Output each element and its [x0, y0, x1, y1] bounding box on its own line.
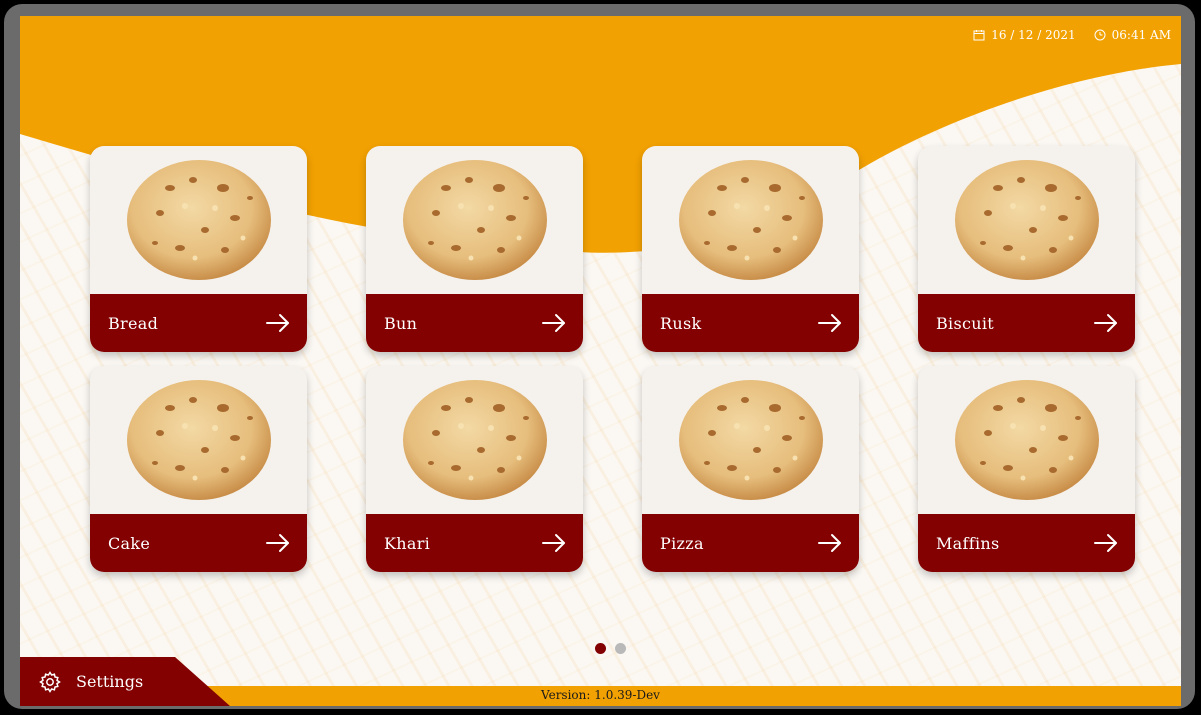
card-label: Maffins: [936, 533, 1000, 553]
card-label: Pizza: [660, 533, 704, 553]
cookie-image: [678, 160, 823, 280]
card-footer: Bun: [366, 294, 583, 352]
settings-content: Settings: [38, 657, 143, 706]
card-image-area: [918, 366, 1135, 514]
arrow-right-icon[interactable]: [1093, 313, 1119, 333]
category-card-maffins[interactable]: Maffins: [918, 366, 1135, 572]
card-image-area: [642, 146, 859, 294]
pagination-dots: [595, 643, 626, 654]
card-footer: Pizza: [642, 514, 859, 572]
card-image-area: [90, 366, 307, 514]
arrow-right-icon[interactable]: [541, 313, 567, 333]
cookie-image: [402, 380, 547, 500]
arrow-right-icon[interactable]: [541, 533, 567, 553]
category-grid: Bread Bun Rusk Biscuit Cake Khari Pizza …: [90, 146, 1135, 572]
arrow-right-icon[interactable]: [265, 533, 291, 553]
settings-button[interactable]: Settings: [20, 657, 230, 706]
card-footer: Rusk: [642, 294, 859, 352]
cookie-image: [126, 160, 271, 280]
calendar-icon: [973, 30, 985, 41]
card-footer: Bread: [90, 294, 307, 352]
card-image-area: [366, 146, 583, 294]
cookie-image: [402, 160, 547, 280]
datetime-display: 16 / 12 / 2021 06:41 AM: [973, 28, 1171, 42]
category-card-rusk[interactable]: Rusk: [642, 146, 859, 352]
cookie-image: [126, 380, 271, 500]
card-label: Cake: [108, 533, 151, 553]
card-label: Bread: [108, 313, 159, 333]
card-footer: Khari: [366, 514, 583, 572]
arrow-right-icon[interactable]: [817, 533, 843, 553]
category-card-bread[interactable]: Bread: [90, 146, 307, 352]
page-dot-2[interactable]: [615, 643, 626, 654]
card-image-area: [918, 146, 1135, 294]
clock-icon: [1094, 29, 1106, 41]
card-image-area: [366, 366, 583, 514]
card-footer: Biscuit: [918, 294, 1135, 352]
card-label: Bun: [384, 313, 418, 333]
arrow-right-icon[interactable]: [265, 313, 291, 333]
time-text: 06:41 AM: [1111, 28, 1171, 42]
arrow-right-icon[interactable]: [817, 313, 843, 333]
category-card-biscuit[interactable]: Biscuit: [918, 146, 1135, 352]
category-card-cake[interactable]: Cake: [90, 366, 307, 572]
gear-icon: [39, 670, 61, 693]
card-label: Khari: [384, 533, 431, 553]
page-dot-1[interactable]: [595, 643, 606, 654]
category-card-bun[interactable]: Bun: [366, 146, 583, 352]
card-footer: Cake: [90, 514, 307, 572]
card-label: Rusk: [660, 313, 702, 333]
date-text: 16 / 12 / 2021: [991, 28, 1076, 42]
arrow-right-icon[interactable]: [1093, 533, 1119, 553]
cookie-image: [954, 160, 1099, 280]
category-card-khari[interactable]: Khari: [366, 366, 583, 572]
app-screen: 16 / 12 / 2021 06:41 AM Bread Bun Rusk B…: [20, 16, 1181, 706]
category-card-pizza[interactable]: Pizza: [642, 366, 859, 572]
settings-label: Settings: [76, 672, 144, 691]
card-image-area: [642, 366, 859, 514]
cookie-image: [678, 380, 823, 500]
card-label: Biscuit: [936, 313, 994, 333]
card-image-area: [90, 146, 307, 294]
cookie-image: [954, 380, 1099, 500]
card-footer: Maffins: [918, 514, 1135, 572]
